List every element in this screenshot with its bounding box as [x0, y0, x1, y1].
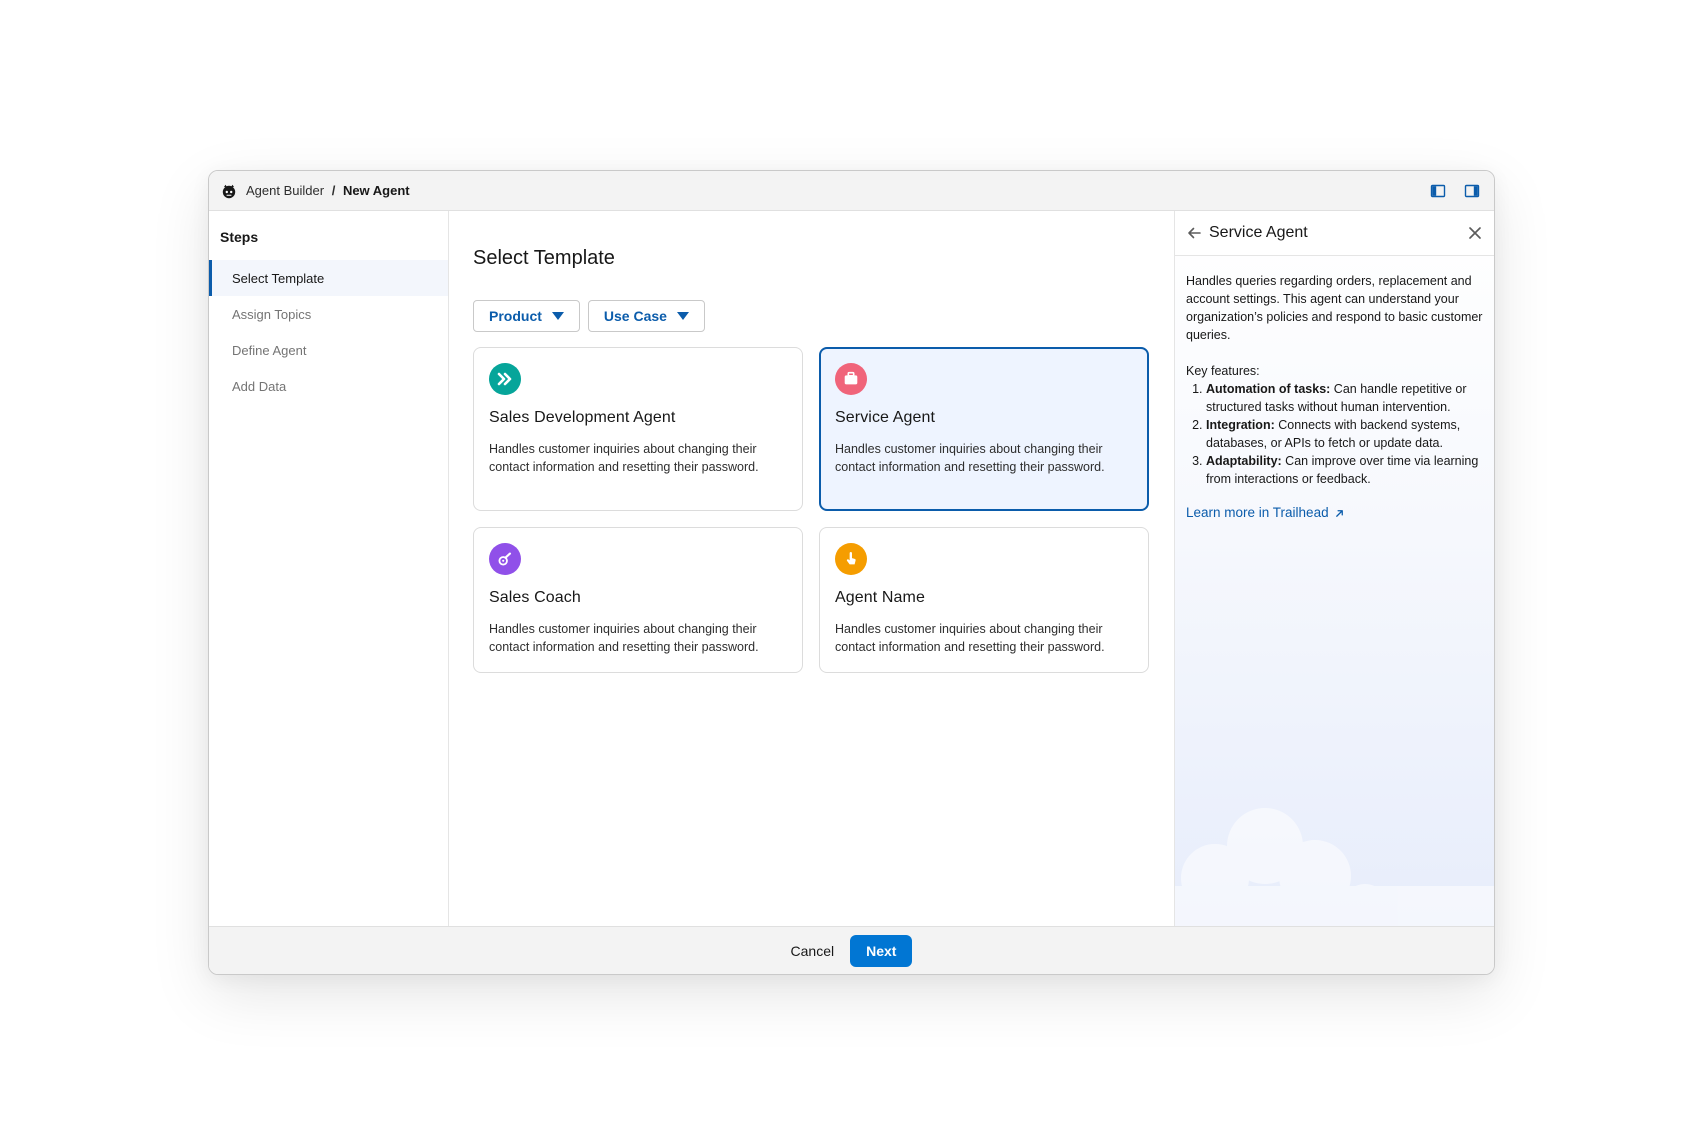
card-title: Sales Coach	[489, 589, 581, 606]
feature-name: Integration:	[1206, 418, 1275, 432]
toggle-right-panel-icon[interactable]	[1464, 183, 1480, 199]
close-icon[interactable]	[1467, 225, 1483, 241]
panel-body: Handles queries regarding orders, replac…	[1175, 256, 1494, 538]
steps-heading: Steps	[220, 229, 259, 245]
card-title: Agent Name	[835, 589, 925, 606]
template-card-service-agent[interactable]: Service Agent Handles customer inquiries…	[819, 347, 1149, 511]
template-detail-panel: Service Agent Handles queries regarding …	[1174, 211, 1494, 926]
double-chevron-icon	[489, 363, 521, 395]
learn-more-link[interactable]: Learn more in Trailhead	[1186, 504, 1345, 522]
cancel-button[interactable]: Cancel	[791, 937, 835, 965]
step-assign-topics[interactable]: Assign Topics	[209, 296, 448, 332]
card-description: Handles customer inquiries about changin…	[835, 442, 1105, 474]
toggle-left-panel-icon[interactable]	[1430, 183, 1446, 199]
cloud-decoration	[1175, 808, 1494, 926]
footer-bar: Cancel Next	[209, 926, 1494, 974]
external-link-icon	[1335, 509, 1343, 517]
titlebar: Agent Builder / New Agent	[209, 171, 1494, 211]
caret-down-icon	[676, 312, 689, 320]
step-label: Select Template	[232, 270, 325, 286]
step-label: Add Data	[232, 378, 287, 394]
use-case-filter-button[interactable]: Use Case	[587, 300, 705, 332]
learn-more-label: Learn more in Trailhead	[1186, 505, 1329, 520]
template-card-sales-coach[interactable]: Sales Coach Handles customer inquiries a…	[473, 527, 803, 673]
filter-label: Use Case	[603, 308, 667, 324]
back-arrow-icon[interactable]	[1186, 225, 1202, 241]
briefcase-icon	[835, 363, 867, 395]
card-description: Handles customer inquiries about changin…	[489, 622, 759, 654]
template-selection: Select Template Product Use Case Sales D…	[449, 211, 1174, 926]
template-card-agent-name[interactable]: Agent Name Handles customer inquiries ab…	[819, 527, 1149, 673]
next-button[interactable]: Next	[850, 934, 913, 967]
filter-label: Product	[489, 308, 542, 324]
panel-header: Service Agent	[1175, 211, 1494, 256]
window-body: Steps Select Template Assign Topics Defi…	[209, 211, 1494, 926]
feature-name: Adaptability:	[1206, 454, 1282, 468]
breadcrumb-app[interactable]: Agent Builder	[246, 183, 324, 198]
step-add-data[interactable]: Add Data	[209, 368, 448, 404]
whistle-icon	[489, 543, 521, 575]
key-features-label: Key features:	[1186, 364, 1260, 378]
template-card-sales-development-agent[interactable]: Sales Development Agent Handles customer…	[473, 347, 803, 511]
filter-bar: Product Use Case	[473, 300, 1150, 332]
step-select-template[interactable]: Select Template	[209, 260, 448, 296]
breadcrumb-current: New Agent	[342, 183, 410, 198]
card-title: Sales Development Agent	[489, 409, 676, 426]
feature-name: Automation of tasks:	[1206, 382, 1331, 396]
feature-item: Integration: Connects with backend syste…	[1206, 416, 1483, 452]
agentforce-logo-icon	[221, 183, 237, 199]
card-description: Handles customer inquiries about changin…	[835, 622, 1105, 654]
agent-builder-window: Agent Builder / New Agent Steps Select T…	[208, 170, 1495, 975]
step-define-agent[interactable]: Define Agent	[209, 332, 448, 368]
breadcrumb-separator: /	[331, 183, 336, 198]
page-title: Select Template	[473, 247, 615, 269]
template-grid: Sales Development Agent Handles customer…	[473, 347, 1150, 673]
key-features-list: Automation of tasks: Can handle repetiti…	[1186, 380, 1483, 488]
step-label: Define Agent	[232, 342, 307, 358]
panel-description: Handles queries regarding orders, replac…	[1186, 274, 1483, 342]
breadcrumb: Agent Builder / New Agent	[246, 183, 410, 198]
product-filter-button[interactable]: Product	[473, 300, 580, 332]
steps-sidebar: Steps Select Template Assign Topics Defi…	[209, 211, 449, 926]
card-description: Handles customer inquiries about changin…	[489, 442, 759, 474]
card-title: Service Agent	[835, 409, 936, 426]
feature-item: Automation of tasks: Can handle repetiti…	[1206, 380, 1483, 416]
window-controls	[1430, 183, 1480, 199]
panel-title: Service Agent	[1209, 224, 1308, 241]
step-label: Assign Topics	[232, 306, 312, 322]
pointer-hand-icon	[835, 543, 867, 575]
feature-item: Adaptability: Can improve over time via …	[1206, 452, 1483, 488]
caret-down-icon	[551, 312, 564, 320]
